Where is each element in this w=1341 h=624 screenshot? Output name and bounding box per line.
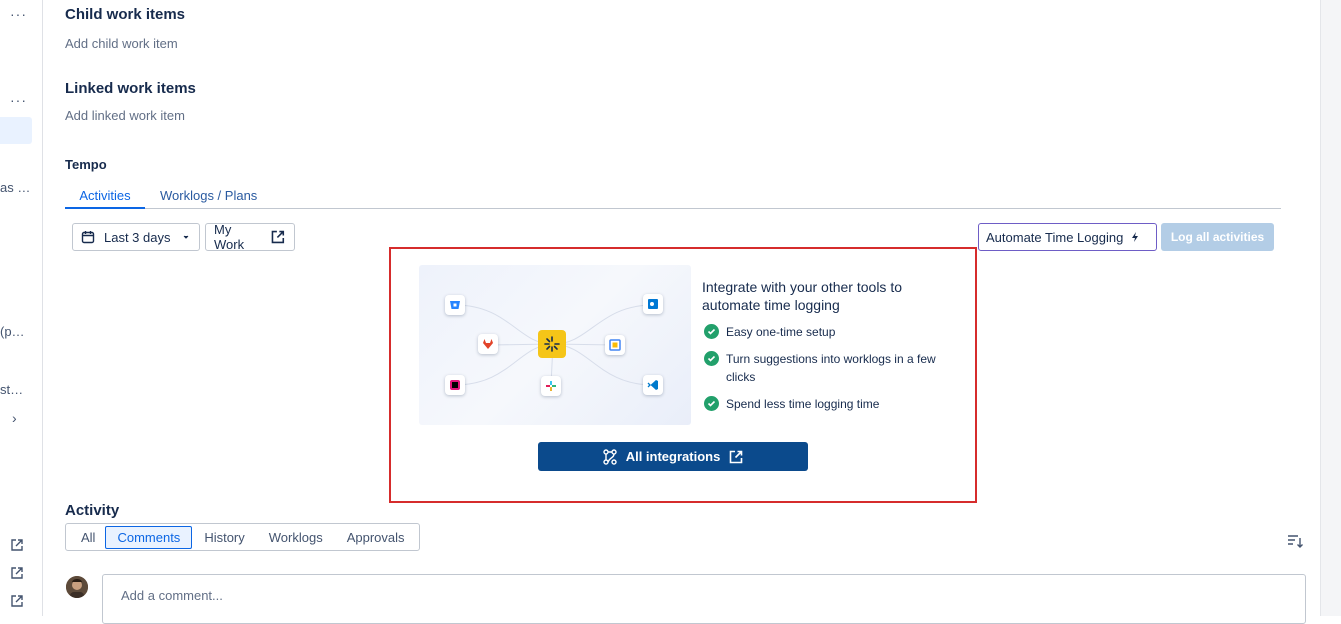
linked-work-items-title: Linked work items bbox=[65, 80, 196, 97]
benefit-item: Spend less time logging time bbox=[704, 395, 949, 413]
my-work-button[interactable]: My Work bbox=[205, 222, 295, 252]
outlook-icon bbox=[643, 294, 663, 314]
bitbucket-icon bbox=[445, 295, 465, 315]
filter-history[interactable]: History bbox=[192, 526, 256, 549]
filter-worklogs[interactable]: Worklogs bbox=[257, 526, 335, 549]
tab-activities[interactable]: Activities bbox=[65, 188, 145, 203]
benefit-text: Easy one-time setup bbox=[726, 325, 836, 339]
activity-title: Activity bbox=[65, 502, 120, 519]
integrations-promo-card: Integrate with your other tools to autom… bbox=[389, 247, 977, 503]
automate-time-logging-button[interactable]: Automate Time Logging bbox=[978, 223, 1157, 251]
active-tab-indicator bbox=[65, 207, 145, 209]
automate-label: Automate Time Logging bbox=[986, 229, 1124, 245]
tempo-title: Tempo bbox=[65, 157, 107, 172]
sidebar-selected-item[interactable] bbox=[0, 117, 32, 144]
scrollbar[interactable] bbox=[1320, 0, 1341, 616]
comment-input[interactable]: Add a comment... bbox=[102, 574, 1306, 624]
left-sidebar: ··· ··· as … (p… st… › bbox=[0, 0, 43, 616]
calendar-icon bbox=[81, 231, 95, 244]
filter-approvals[interactable]: Approvals bbox=[335, 526, 417, 549]
add-child-work-item-link[interactable]: Add child work item bbox=[65, 36, 178, 51]
external-link-icon[interactable] bbox=[10, 566, 24, 580]
lightning-icon bbox=[1132, 232, 1139, 242]
benefit-item: Easy one-time setup bbox=[704, 323, 949, 341]
check-circle-icon bbox=[704, 351, 719, 366]
sidebar-item-label[interactable]: (p… bbox=[0, 324, 25, 339]
my-work-label: My Work bbox=[214, 222, 245, 252]
filter-comments[interactable]: Comments bbox=[105, 525, 193, 549]
slack-icon bbox=[541, 376, 561, 396]
external-link-icon[interactable] bbox=[10, 538, 24, 552]
benefit-list: Easy one-time setup Turn suggestions int… bbox=[704, 323, 949, 422]
all-integrations-label: All integrations bbox=[625, 449, 721, 464]
tempo-tabs: Activities Worklogs / Plans bbox=[65, 180, 1281, 209]
check-circle-icon bbox=[704, 396, 719, 411]
external-link-icon bbox=[730, 450, 743, 463]
chevron-down-icon bbox=[183, 235, 188, 239]
sidebar-item-label[interactable]: as … bbox=[0, 180, 30, 195]
benefit-text: Spend less time logging time bbox=[726, 397, 880, 411]
integrations-icon bbox=[602, 448, 617, 465]
more-options-icon[interactable]: ··· bbox=[10, 92, 27, 108]
comment-placeholder: Add a comment... bbox=[121, 588, 223, 603]
sidebar-item-label[interactable]: st… bbox=[0, 382, 23, 397]
promo-title: Integrate with your other tools to autom… bbox=[702, 279, 902, 313]
google-calendar-icon bbox=[605, 335, 625, 355]
add-linked-work-item-link[interactable]: Add linked work item bbox=[65, 108, 185, 123]
activity-filter-group: All Comments History Worklogs Approvals bbox=[65, 523, 420, 551]
all-integrations-button[interactable]: All integrations bbox=[538, 442, 808, 471]
integrations-illustration bbox=[419, 265, 691, 425]
date-filter-dropdown[interactable]: Last 3 days bbox=[72, 223, 200, 251]
external-link-icon[interactable] bbox=[10, 594, 24, 608]
tempo-hub-icon bbox=[538, 330, 566, 358]
external-link-icon bbox=[271, 230, 285, 244]
child-work-items-title: Child work items bbox=[65, 6, 186, 23]
date-filter-label: Last 3 days bbox=[104, 229, 171, 245]
tab-worklogs-plans[interactable]: Worklogs / Plans bbox=[160, 188, 257, 203]
benefit-text: Turn suggestions into worklogs in a few … bbox=[726, 352, 936, 384]
filter-all[interactable]: All bbox=[68, 526, 105, 549]
log-all-activities-button[interactable]: Log all activities bbox=[1161, 223, 1274, 251]
avatar[interactable] bbox=[66, 576, 88, 598]
chevron-right-icon[interactable]: › bbox=[12, 410, 17, 426]
check-circle-icon bbox=[704, 324, 719, 339]
more-options-icon[interactable]: ··· bbox=[10, 6, 27, 22]
vscode-icon bbox=[643, 375, 663, 395]
gitlab-icon bbox=[478, 334, 498, 354]
jetbrains-icon bbox=[445, 375, 465, 395]
sort-icon[interactable] bbox=[1287, 533, 1303, 549]
benefit-item: Turn suggestions into worklogs in a few … bbox=[704, 350, 949, 386]
